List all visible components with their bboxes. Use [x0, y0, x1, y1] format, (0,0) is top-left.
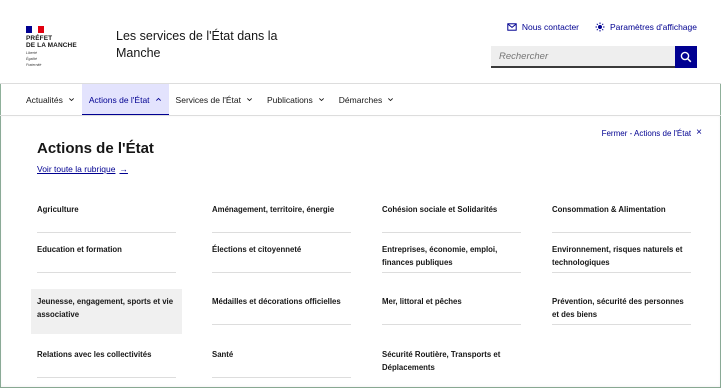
chevron-up-icon — [155, 97, 161, 101]
menu-link[interactable]: Cohésion sociale et Solidarités — [376, 197, 527, 242]
chevron-down-icon — [318, 98, 324, 102]
search-button[interactable] — [675, 46, 697, 68]
chevron-down-icon — [68, 98, 74, 102]
menu-link[interactable]: Élections et citoyenneté — [206, 237, 357, 282]
mega-menu-panel: Fermer - Actions de l'État × Actions de … — [0, 115, 721, 388]
motto-line-3: Fraternité — [26, 63, 42, 67]
contact-label: Nous contacter — [521, 22, 579, 32]
menu-link-label: Aménagement, territoire, énergie — [212, 205, 335, 214]
menu-link[interactable]: Sécurité Routière, Transports et Déplace… — [376, 342, 527, 387]
see-all-label: Voir toute la rubrique — [37, 164, 116, 174]
divider — [552, 324, 691, 325]
nav-label: Actions de l'État — [88, 94, 150, 105]
logo-line-1: PRÉFET — [26, 35, 53, 42]
menu-link[interactable]: Santé — [206, 342, 357, 387]
menu-link[interactable]: Médailles et décorations officielles — [206, 289, 357, 334]
divider — [37, 377, 176, 378]
motto-line-2: Égalité — [26, 57, 37, 61]
nav-label: Publications — [266, 94, 313, 105]
menu-link-label: Santé — [212, 350, 234, 359]
category-grid: Agriculture Aménagement, territoire, éne… — [31, 197, 705, 387]
menu-link-label: Education et formation — [37, 245, 122, 254]
chevron-down-icon — [246, 98, 252, 102]
menu-link-label: Cohésion sociale et Solidarités — [382, 205, 498, 214]
menu-link[interactable]: Environnement, risques naturels et techn… — [546, 237, 697, 282]
menu-link-label: Agriculture — [37, 205, 79, 214]
search-icon — [680, 51, 692, 63]
nav-label: Services de l'État — [175, 94, 241, 105]
search-bar — [491, 46, 697, 68]
menu-link-label: Consommation & Alimentation — [552, 205, 666, 214]
menu-link[interactable]: Aménagement, territoire, énergie — [206, 197, 357, 242]
service-title[interactable]: Les services de l'État dans la Manche — [116, 28, 296, 62]
chevron-down-icon — [388, 98, 394, 102]
main-navigation: Actualités Actions de l'État Services de… — [0, 83, 721, 116]
nav-item-demarches[interactable]: Démarches — [332, 84, 401, 115]
menu-link[interactable]: Consommation & Alimentation — [546, 197, 697, 242]
divider — [212, 272, 351, 273]
divider — [37, 232, 176, 233]
prefet-logo[interactable]: PRÉFET DE LA MANCHE Liberté Égalité Frat… — [26, 26, 106, 67]
menu-link[interactable]: Entreprises, économie, emploi, finances … — [376, 237, 527, 282]
nav-item-actions-etat[interactable]: Actions de l'État — [81, 84, 169, 116]
divider — [552, 232, 691, 233]
panel-title: Actions de l'État — [37, 140, 154, 157]
menu-link-highlighted[interactable]: Jeunesse, engagement, sports et vie asso… — [31, 289, 182, 334]
search-input[interactable] — [491, 46, 675, 68]
menu-link[interactable]: Prévention, sécurité des personnes et de… — [546, 289, 697, 334]
menu-link[interactable]: Relations avec les collectivités — [31, 342, 182, 387]
menu-link[interactable]: Education et formation — [31, 237, 182, 282]
nav-label: Démarches — [338, 94, 383, 105]
motto-line-1: Liberté — [26, 51, 37, 55]
menu-link-label: Sécurité Routière, Transports et Déplace… — [382, 350, 501, 372]
divider — [212, 377, 351, 378]
close-menu-label: Fermer - Actions de l'État — [601, 128, 692, 138]
divider — [552, 272, 691, 273]
divider — [382, 324, 521, 325]
divider — [382, 232, 521, 233]
sun-gear-icon — [595, 22, 605, 32]
divider — [212, 232, 351, 233]
nav-item-services-etat[interactable]: Services de l'État — [169, 84, 260, 115]
site-header: PRÉFET DE LA MANCHE Liberté Égalité Frat… — [0, 0, 721, 83]
nav-label: Actualités — [26, 94, 63, 105]
header-tools: Nous contacter Paramètres d'affichage — [507, 22, 697, 32]
nav-item-actualites[interactable]: Actualités — [19, 84, 82, 115]
menu-link-label: Jeunesse, engagement, sports et vie asso… — [37, 297, 174, 319]
arrow-right-icon: → — [119, 164, 128, 174]
menu-link-label: Entreprises, économie, emploi, finances … — [382, 245, 498, 267]
close-menu-button[interactable]: Fermer - Actions de l'État × — [602, 128, 702, 138]
divider — [382, 272, 521, 273]
menu-link[interactable]: Mer, littoral et pêches — [376, 289, 527, 334]
close-icon: × — [696, 127, 702, 138]
mail-icon — [507, 23, 517, 31]
nav-item-publications[interactable]: Publications — [260, 84, 332, 115]
contact-link[interactable]: Nous contacter — [507, 22, 579, 32]
display-settings-label: Paramètres d'affichage — [610, 22, 697, 32]
menu-link[interactable]: Agriculture — [31, 197, 182, 242]
logo-line-2: DE LA MANCHE — [26, 42, 77, 49]
see-all-link[interactable]: Voir toute la rubrique → — [37, 164, 128, 174]
divider — [212, 324, 351, 325]
menu-link-label: Prévention, sécurité des personnes et de… — [552, 297, 684, 319]
menu-link-label: Mer, littoral et pêches — [382, 297, 462, 306]
menu-link-label: Médailles et décorations officielles — [212, 297, 341, 306]
menu-link-label: Élections et citoyenneté — [212, 245, 302, 254]
display-settings-link[interactable]: Paramètres d'affichage — [595, 22, 697, 32]
republic-flag-icon — [26, 26, 44, 33]
menu-link-label: Environnement, risques naturels et techn… — [552, 245, 683, 267]
divider — [37, 272, 176, 273]
menu-link-label: Relations avec les collectivités — [37, 350, 152, 359]
